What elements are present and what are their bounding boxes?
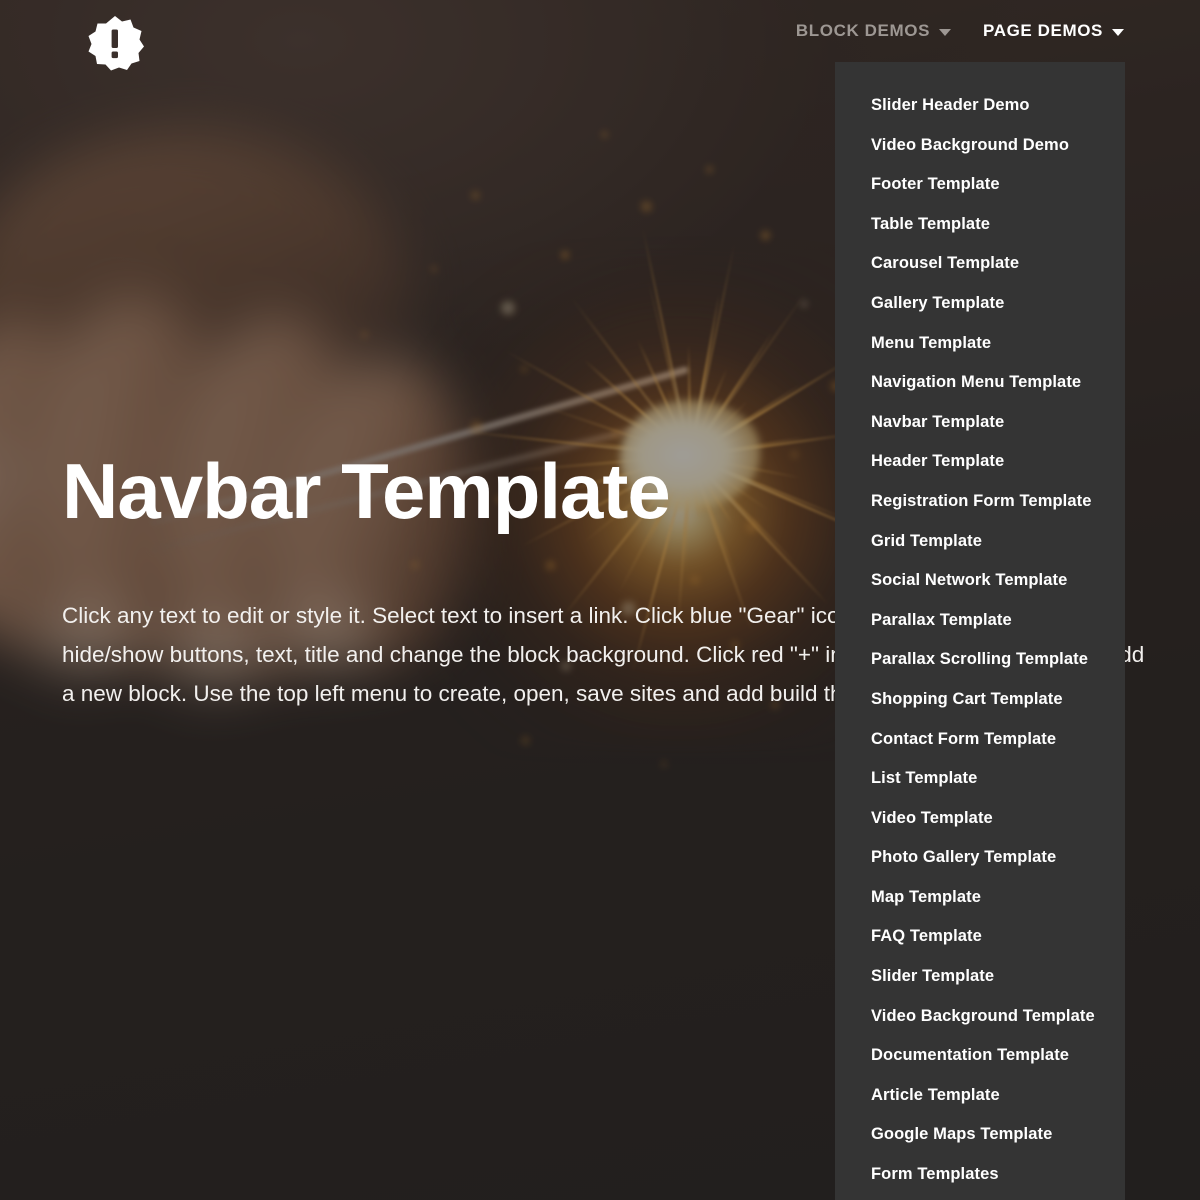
dropdown-item[interactable]: Video Background Demo [835, 126, 1125, 166]
dropdown-item[interactable]: Gallery Template [835, 284, 1125, 324]
dropdown-item[interactable]: Grid Template [835, 522, 1125, 562]
dropdown-item[interactable]: Navbar Template [835, 403, 1125, 443]
chevron-down-icon [1112, 28, 1124, 36]
dropdown-item[interactable]: Carousel Template [835, 244, 1125, 284]
page-title: Navbar Template [62, 447, 671, 535]
dropdown-item[interactable]: Table Template [835, 205, 1125, 245]
dropdown-item[interactable]: Footer Template [835, 165, 1125, 205]
navbar-links: BLOCK DEMOS PAGE DEMOS [796, 0, 1124, 62]
nav-item-page-demos[interactable]: PAGE DEMOS [983, 21, 1124, 41]
page-demos-dropdown-menu: Slider Header Demo Video Background Demo F… [835, 62, 1125, 1200]
dropdown-item[interactable]: List Template [835, 759, 1125, 799]
dropdown-item[interactable]: Social Network Template [835, 561, 1125, 601]
chevron-down-icon [939, 28, 952, 36]
dropdown-item[interactable]: Google Maps Template [835, 1115, 1125, 1155]
page-stage: Navbar Template Click any text to edit o… [0, 0, 1200, 1200]
dropdown-item[interactable]: FAQ Template [835, 917, 1125, 957]
dropdown-item[interactable]: Contact Form Template [835, 720, 1125, 760]
nav-item-block-demos-label: BLOCK DEMOS [795, 21, 931, 40]
dropdown-item[interactable]: Map Template [835, 878, 1125, 918]
dropdown-item[interactable]: Registration Form Template [835, 482, 1125, 522]
navbar: BLOCK DEMOS PAGE DEMOS [0, 0, 1200, 62]
dropdown-item[interactable]: Shopping Cart Template [835, 680, 1125, 720]
dropdown-item[interactable]: Parallax Scrolling Template [835, 640, 1125, 680]
dropdown-item[interactable]: Video Background Template [835, 997, 1125, 1037]
dropdown-item[interactable]: Navigation Menu Template [835, 363, 1125, 403]
dropdown-item[interactable]: Parallax Template [835, 601, 1125, 641]
dropdown-item[interactable]: Menu Template [835, 324, 1125, 364]
dropdown-item[interactable]: Documentation Template [835, 1036, 1125, 1076]
dropdown-item[interactable]: Video Template [835, 799, 1125, 839]
dropdown-item[interactable]: Slider Template [835, 957, 1125, 997]
dropdown-item[interactable]: Photo Gallery Template [835, 838, 1125, 878]
dropdown-item[interactable]: Header Template [835, 442, 1125, 482]
dropdown-item[interactable]: Form Templates [835, 1155, 1125, 1195]
nav-item-block-demos[interactable]: BLOCK DEMOS [795, 21, 952, 41]
dropdown-item[interactable]: Slider Header Demo [835, 86, 1125, 126]
dropdown-item[interactable]: Article Template [835, 1076, 1125, 1116]
nav-item-page-demos-label: PAGE DEMOS [983, 21, 1103, 40]
